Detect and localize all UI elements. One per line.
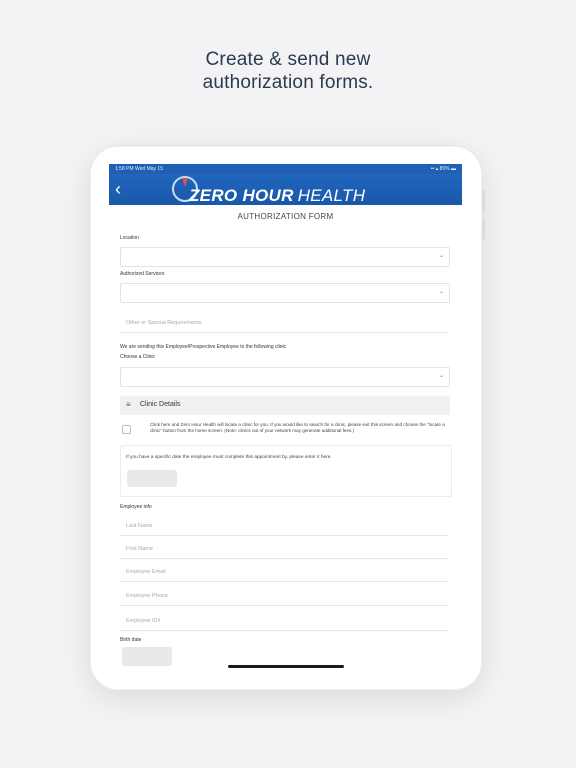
chevron-down-icon: ⌄ bbox=[438, 373, 444, 379]
first-name-input[interactable]: First Name bbox=[120, 540, 448, 559]
logo-text-zero-hour: ZERO HOUR bbox=[189, 186, 294, 205]
special-requirements-input[interactable]: Other or Special Requirements bbox=[120, 314, 448, 333]
nav-bar: ‹ ZERO HOUR HEALTH bbox=[109, 174, 462, 205]
clinic-details-title: Clinic Details bbox=[140, 401, 181, 408]
headline-line-2: authorization forms. bbox=[202, 72, 374, 93]
locate-clinic-checkbox[interactable] bbox=[122, 425, 131, 434]
chevron-down-icon: ⌄ bbox=[438, 289, 444, 295]
location-label: Location bbox=[120, 235, 139, 241]
employee-phone-placeholder: Employee Phone bbox=[126, 593, 168, 599]
status-time: 1:58 PM Wed May 15 bbox=[115, 166, 163, 172]
appointment-date-picker[interactable] bbox=[127, 470, 177, 487]
clinic-details-header[interactable]: ≡ Clinic Details bbox=[120, 396, 450, 415]
logo-text-health: HEALTH bbox=[297, 186, 366, 205]
appointment-date-card: If you have a specific date the employee… bbox=[120, 445, 452, 497]
status-indicators: •• ▴ 85% ▬ bbox=[430, 166, 456, 172]
location-select[interactable]: ⌄ bbox=[120, 247, 450, 267]
headline-line-1: Create & send new bbox=[205, 49, 371, 70]
services-label: Authorized Services bbox=[120, 271, 165, 277]
headline: Create & send new authorization forms. bbox=[0, 48, 576, 94]
chevron-down-icon: ⌄ bbox=[438, 253, 444, 259]
employee-email-placeholder: Employee Email bbox=[126, 569, 166, 575]
home-indicator[interactable] bbox=[228, 665, 344, 668]
birth-date-picker[interactable] bbox=[122, 647, 172, 666]
back-chevron-icon[interactable]: ‹ bbox=[115, 177, 121, 201]
sending-text: We are sending this Employee/Prospective… bbox=[120, 344, 287, 350]
employee-id-placeholder: Employee ID# bbox=[126, 618, 161, 624]
employee-info-label: Employee info bbox=[120, 504, 152, 510]
locate-clinic-row[interactable]: Click here and Zero Hour Health will loc… bbox=[120, 420, 450, 440]
employee-phone-input[interactable]: Employee Phone bbox=[120, 587, 448, 606]
clinic-select[interactable]: ⌄ bbox=[120, 367, 450, 387]
employee-email-input[interactable]: Employee Email bbox=[120, 563, 448, 582]
services-select[interactable]: ⌄ bbox=[120, 283, 450, 303]
birth-date-label: Birth date bbox=[120, 637, 142, 643]
appointment-date-text: If you have a specific date the employee… bbox=[126, 455, 332, 460]
special-requirements-placeholder: Other or Special Requirements bbox=[126, 320, 202, 326]
form-title: AUTHORIZATION FORM bbox=[237, 212, 334, 221]
last-name-placeholder: Last Name bbox=[126, 523, 153, 529]
status-bar: 1:58 PM Wed May 15 •• ▴ 85% ▬ bbox=[109, 164, 462, 174]
first-name-placeholder: First Name bbox=[126, 546, 153, 552]
tablet-side-button bbox=[482, 218, 485, 240]
clinic-label: Choose a Clinic bbox=[120, 354, 156, 360]
locate-clinic-text: Click here and Zero Hour Health will loc… bbox=[150, 422, 445, 434]
last-name-input[interactable]: Last Name bbox=[120, 517, 448, 536]
app-screen: 1:58 PM Wed May 15 •• ▴ 85% ▬ ‹ ZERO HOU… bbox=[109, 164, 462, 670]
tablet-side-button bbox=[482, 190, 485, 212]
employee-id-input[interactable]: Employee ID# bbox=[120, 612, 448, 631]
menu-icon: ≡ bbox=[126, 400, 131, 409]
app-logo: ZERO HOUR HEALTH bbox=[189, 186, 365, 205]
